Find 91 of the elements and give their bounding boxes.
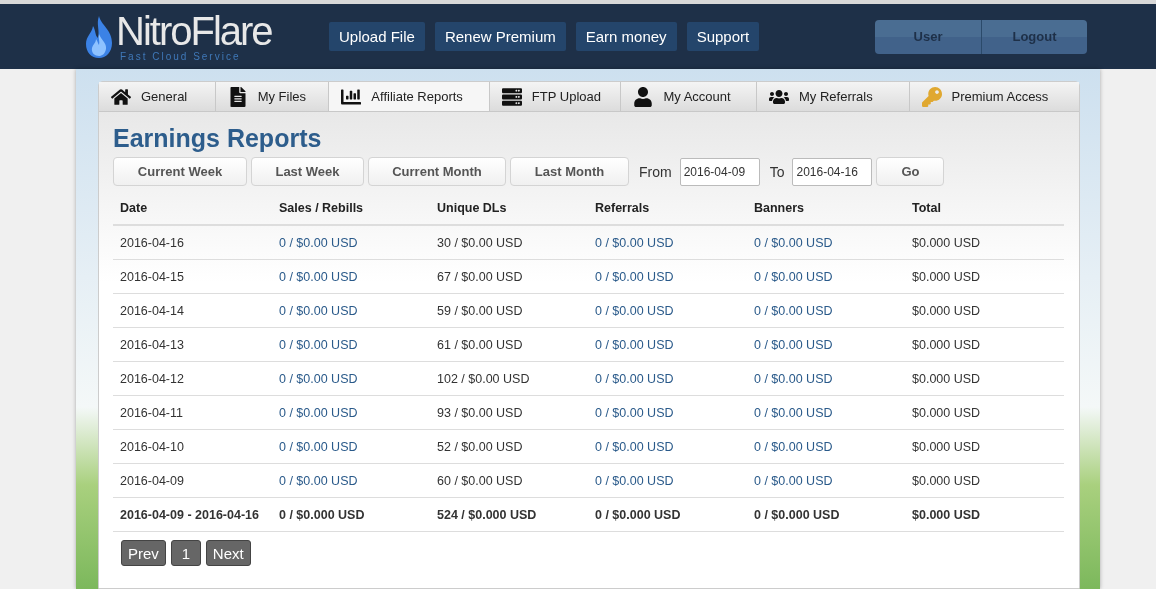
to-date-field[interactable]: 2016-04-16	[792, 157, 873, 186]
report-link[interactable]: 0 / $0.00 USD	[595, 303, 754, 318]
nav-button[interactable]: Upload File	[329, 22, 425, 51]
report-link[interactable]: 0 / $0.00 USD	[279, 473, 437, 488]
report-link[interactable]: 0 / $0.00 USD	[279, 405, 437, 420]
person-icon	[633, 86, 654, 107]
table-cell-text: 2016-04-12	[120, 371, 185, 386]
to-label: To	[769, 163, 785, 180]
logo-name: NitroFlare	[116, 11, 272, 51]
report-link[interactable]: 0 / $0.00 USD	[279, 303, 437, 318]
table-cell-text: 60 / $0.00 USD	[437, 473, 524, 488]
nav-tab[interactable]: My Files	[215, 82, 330, 112]
column-header: Referrals	[595, 201, 651, 215]
column-header: Unique DLs	[437, 201, 508, 215]
report-link[interactable]: 0 / $0.00 USD	[279, 235, 437, 250]
column-header: Date	[120, 201, 149, 215]
column-header: Banners	[754, 201, 806, 215]
from-label: From	[639, 163, 672, 180]
nav-button[interactable]: Support	[686, 22, 760, 51]
nav-tab[interactable]: Affiliate Reports	[329, 82, 490, 112]
period-button[interactable]: Last Week	[251, 157, 364, 186]
report-link[interactable]: 0 / $0.00 USD	[595, 235, 754, 250]
report-link[interactable]: 0 / $0.00 USD	[595, 439, 754, 454]
table-cell-text: $0.000 USD	[912, 269, 982, 284]
nav-tab[interactable]: General	[99, 82, 216, 112]
column-header: Total	[912, 201, 942, 215]
report-link[interactable]: 0 / $0.00 USD	[595, 337, 754, 352]
period-button[interactable]: Current Month	[368, 157, 506, 186]
table-cell-text: $0.000 USD	[912, 303, 982, 318]
report-link[interactable]: 0 / $0.00 USD	[595, 473, 754, 488]
table-cell-text: 2016-04-11	[120, 405, 184, 420]
go-button[interactable]: Go	[876, 157, 945, 186]
report-link[interactable]: 0 / $0.00 USD	[279, 439, 437, 454]
table-cell-text: 59 / $0.00 USD	[437, 303, 524, 318]
table-cell-text: 0 / $0.000 USD	[279, 507, 366, 522]
key-icon	[921, 86, 942, 107]
report-link[interactable]: 0 / $0.00 USD	[754, 269, 912, 284]
from-date-field[interactable]: 2016-04-09	[679, 157, 760, 186]
nav-button[interactable]: Earn money	[575, 22, 677, 51]
report-link[interactable]: 0 / $0.00 USD	[279, 337, 437, 352]
page-title: Earnings Reports	[113, 124, 323, 153]
report-link[interactable]: 0 / $0.00 USD	[279, 371, 437, 386]
period-button[interactable]: Last Month	[510, 157, 629, 186]
column-header: Sales / Rebills	[279, 201, 365, 215]
house-icon	[111, 86, 131, 107]
table-cell-text: $0.000 USD	[912, 371, 982, 386]
table-cell-text: $0.000 USD	[912, 507, 982, 522]
table-cell-text: 2016-04-09 - 2016-04-16	[120, 507, 260, 522]
table-cell-text: 524 / $0.000 USD	[437, 507, 538, 522]
report-link[interactable]: 0 / $0.00 USD	[754, 439, 912, 454]
table-cell-text: 0 / $0.000 USD	[595, 507, 682, 522]
logo-tagline: Fast Cloud Service	[120, 52, 242, 62]
table-cell-text: $0.000 USD	[912, 473, 982, 488]
nav-button[interactable]: Renew Premium	[434, 22, 566, 51]
nav-tab[interactable]: FTP Upload	[489, 82, 622, 112]
table-cell-text: 2016-04-13	[120, 337, 185, 352]
nav-tab[interactable]: My Account	[621, 82, 758, 112]
table-cell-text: 102 / $0.00 USD	[437, 371, 531, 386]
table-cell-text: $0.000 USD	[912, 439, 982, 454]
table-cell-text: 93 / $0.00 USD	[437, 405, 524, 420]
table-cell-text: $0.000 USD	[912, 337, 982, 352]
nav-tab[interactable]: Premium Access	[909, 82, 1079, 112]
table-cell-text: $0.000 USD	[912, 235, 982, 250]
report-link[interactable]: 0 / $0.00 USD	[595, 269, 754, 284]
report-link[interactable]: 0 / $0.00 USD	[754, 303, 912, 318]
table-cell-text: 52 / $0.00 USD	[437, 439, 524, 454]
table-cell-text: 2016-04-09	[120, 473, 185, 488]
flame-icon	[84, 15, 114, 58]
table-cell-text: 2016-04-14	[120, 303, 185, 318]
report-link[interactable]: 0 / $0.00 USD	[754, 337, 912, 352]
report-link[interactable]: 0 / $0.00 USD	[754, 473, 912, 488]
report-link[interactable]: 0 / $0.00 USD	[279, 269, 437, 284]
report-link[interactable]: 0 / $0.00 USD	[595, 405, 754, 420]
table-cell-text: 2016-04-10	[120, 439, 185, 454]
server-icon	[501, 86, 522, 107]
report-link[interactable]: 0 / $0.00 USD	[595, 371, 754, 386]
nav-tab[interactable]: My Referrals	[757, 82, 910, 112]
table-cell-text: 2016-04-15	[120, 269, 185, 284]
table-cell-text: 67 / $0.00 USD	[437, 269, 524, 284]
table-cell-text: 30 / $0.00 USD	[437, 235, 524, 250]
table-cell-text: $0.000 USD	[912, 405, 982, 420]
period-button[interactable]: Current Week	[113, 157, 247, 186]
report-link[interactable]: 0 / $0.00 USD	[754, 405, 912, 420]
page-button[interactable]: Next	[205, 540, 251, 566]
table-cell-text: 0 / $0.000 USD	[754, 507, 841, 522]
table-cell-text: 2016-04-16	[120, 235, 185, 250]
report-link[interactable]: 0 / $0.00 USD	[754, 371, 912, 386]
page-button[interactable]: 1	[170, 540, 201, 566]
report-link[interactable]: 0 / $0.00 USD	[754, 235, 912, 250]
page-button[interactable]: Prev	[121, 540, 166, 566]
table-cell-text: 61 / $0.00 USD	[437, 337, 524, 352]
